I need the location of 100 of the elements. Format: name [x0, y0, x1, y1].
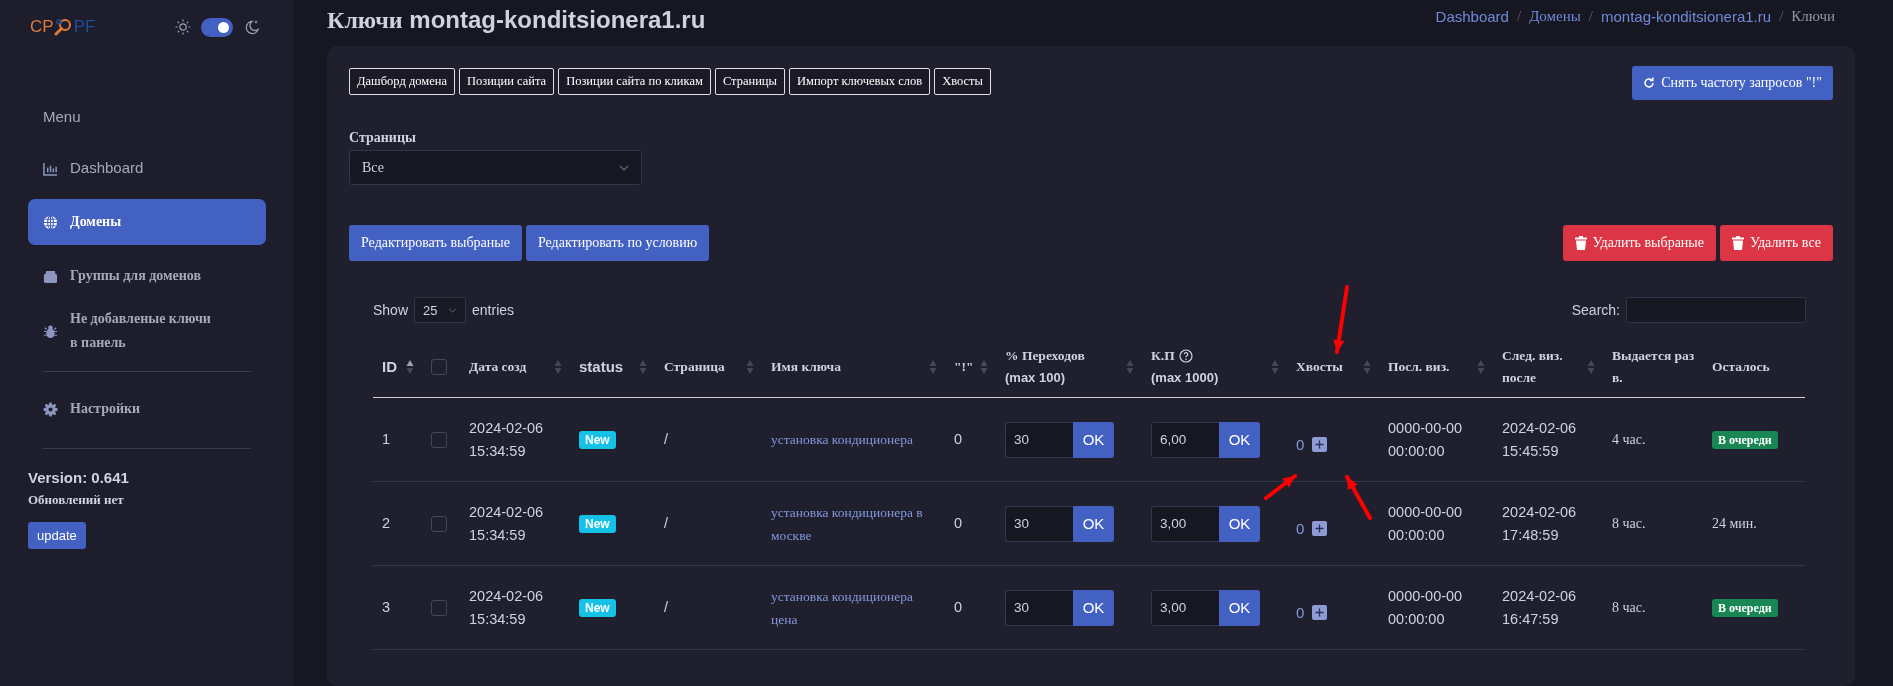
- refresh-button[interactable]: Снять частоту запросов "!": [1632, 66, 1833, 100]
- column-header[interactable]: ID: [382, 356, 397, 378]
- sidebar-item[interactable]: Домены: [28, 199, 266, 245]
- help-icon: [1178, 349, 1193, 363]
- breadcrumb-separator: /: [1588, 8, 1593, 25]
- column-header[interactable]: Осталось: [1712, 356, 1770, 378]
- nav-tab-button[interactable]: Хвосты: [934, 68, 991, 95]
- bar-chart-icon: [43, 160, 58, 176]
- column-header[interactable]: % Переходов: [1005, 345, 1085, 367]
- add-icon[interactable]: [1312, 521, 1328, 536]
- date-cell: 2024-02-06 17:48:59: [1493, 481, 1603, 566]
- column-header[interactable]: К.П: [1151, 345, 1219, 367]
- add-icon[interactable]: [1312, 605, 1328, 620]
- date-cell: 2024-02-06 15:34:59: [460, 565, 570, 650]
- date-cell: 0000-00-00 00:00:00: [1379, 565, 1493, 650]
- transitions-input[interactable]: 30: [1005, 505, 1073, 542]
- keyword-link[interactable]: установка кондиционера цена: [771, 584, 937, 631]
- globe-icon: [43, 214, 58, 230]
- column-header[interactable]: Имя ключа: [771, 356, 841, 378]
- column-header[interactable]: Страница: [664, 356, 725, 378]
- kp-input[interactable]: 3,00: [1151, 589, 1219, 626]
- entries-select[interactable]: 25: [414, 297, 467, 323]
- bug-icon: [43, 323, 58, 339]
- pages-select[interactable]: Все: [349, 150, 642, 185]
- nav-tab-button[interactable]: Импорт ключевых слов: [788, 68, 931, 95]
- column-header[interactable]: Хвосты: [1296, 356, 1343, 378]
- nav-tab-button[interactable]: Позиции сайта по кликам: [558, 68, 711, 95]
- count-cell: 0: [945, 565, 996, 650]
- date-cell: 0000-00-00 00:00:00: [1379, 397, 1493, 482]
- date-cell: 2024-02-06 15:34:59: [460, 397, 570, 482]
- entries-label: entries: [472, 302, 515, 318]
- sidebar-item[interactable]: Настройки: [28, 386, 266, 432]
- breadcrumb-link[interactable]: montag-konditsionera1.ru: [1601, 8, 1772, 25]
- annotation-arrow: [1345, 475, 1372, 520]
- column-header[interactable]: След. виз. после: [1502, 345, 1584, 389]
- settings-icon: [43, 401, 58, 417]
- keyword-link[interactable]: установка кондиционера в москве: [771, 500, 937, 547]
- ok-button[interactable]: OK: [1073, 421, 1114, 458]
- trash-icon: [1731, 236, 1744, 250]
- briefcase-icon: [43, 268, 58, 284]
- tails-count-link[interactable]: 0: [1296, 601, 1305, 624]
- ok-button[interactable]: OK: [1073, 589, 1114, 626]
- search-label: Search:: [1571, 302, 1620, 318]
- select-all-checkbox[interactable]: [431, 359, 447, 375]
- logo[interactable]: CP PF: [30, 17, 96, 37]
- delete-button[interactable]: Удалить выбраные: [1562, 225, 1716, 261]
- breadcrumb-link[interactable]: Домены: [1529, 8, 1581, 25]
- add-icon[interactable]: [1312, 437, 1328, 452]
- annotation-arrow: [1333, 285, 1349, 354]
- search-field[interactable]: [1626, 297, 1806, 323]
- chevron-down-icon: [619, 164, 629, 171]
- date-cell: 2024-02-06 15:45:59: [1493, 397, 1603, 482]
- sidebar-item[interactable]: Не добавленые ключи в панель: [28, 307, 266, 355]
- transitions-input[interactable]: 30: [1005, 589, 1073, 626]
- count-cell: 0: [945, 397, 996, 482]
- column-header[interactable]: status: [579, 356, 624, 378]
- column-subheader: (max 100): [1005, 369, 1066, 387]
- filter-label: Страницы: [349, 130, 417, 146]
- column-header[interactable]: Дата созд: [469, 356, 527, 378]
- sidebar-item[interactable]: Dashboard: [28, 145, 266, 191]
- page-cell: /: [655, 481, 762, 566]
- ok-button[interactable]: OK: [1219, 505, 1260, 542]
- edit-button[interactable]: Редактировать по условию: [525, 225, 710, 261]
- tails-count-link[interactable]: 0: [1296, 517, 1305, 540]
- column-header[interactable]: Посл. виз.: [1388, 356, 1450, 378]
- column-header[interactable]: "!": [954, 356, 974, 378]
- row-checkbox[interactable]: [431, 432, 447, 449]
- delete-button[interactable]: Удалить все: [1719, 225, 1833, 261]
- page-cell: /: [655, 397, 762, 482]
- count-cell: 0: [945, 481, 996, 566]
- nav-tab-button[interactable]: Страницы: [714, 68, 785, 95]
- kp-input[interactable]: 6,00: [1151, 421, 1219, 458]
- sun-icon: [175, 19, 191, 35]
- tails-count-link[interactable]: 0: [1296, 433, 1305, 456]
- id-cell: 2: [373, 481, 422, 566]
- column-header[interactable]: Выдается раз в.: [1612, 345, 1695, 389]
- nav-tab-button[interactable]: Позиции сайта: [458, 68, 555, 95]
- ok-button[interactable]: OK: [1219, 421, 1260, 458]
- transitions-input[interactable]: 30: [1005, 421, 1073, 458]
- date-cell: 2024-02-06 15:34:59: [460, 481, 570, 566]
- page-title: Ключи montag-konditsionera1.ru: [327, 6, 706, 34]
- row-checkbox[interactable]: [431, 516, 447, 533]
- status-badge: New: [579, 431, 616, 449]
- row-checkbox[interactable]: [431, 600, 447, 617]
- sidebar-item[interactable]: Группы для доменов: [28, 253, 266, 299]
- ok-button[interactable]: OK: [1073, 505, 1114, 542]
- kp-input[interactable]: 3,00: [1151, 505, 1219, 542]
- edit-button[interactable]: Редактировать выбраные: [349, 225, 522, 261]
- sort-icon[interactable]: [406, 359, 414, 375]
- breadcrumb-current: Ключи: [1791, 8, 1835, 25]
- theme-toggle[interactable]: [201, 17, 233, 37]
- update-button[interactable]: update: [28, 522, 86, 549]
- breadcrumb-link[interactable]: Dashboard: [1435, 8, 1509, 25]
- ok-button[interactable]: OK: [1219, 589, 1260, 626]
- keyword-link[interactable]: установка кондиционера: [771, 428, 937, 451]
- breadcrumb-separator: /: [1779, 8, 1784, 25]
- nav-tab-button[interactable]: Дашборд домена: [349, 68, 455, 95]
- period-cell: 8 час.: [1603, 565, 1703, 650]
- date-cell: 2024-02-06 16:47:59: [1493, 565, 1603, 650]
- column-subheader: (max 1000): [1151, 369, 1219, 387]
